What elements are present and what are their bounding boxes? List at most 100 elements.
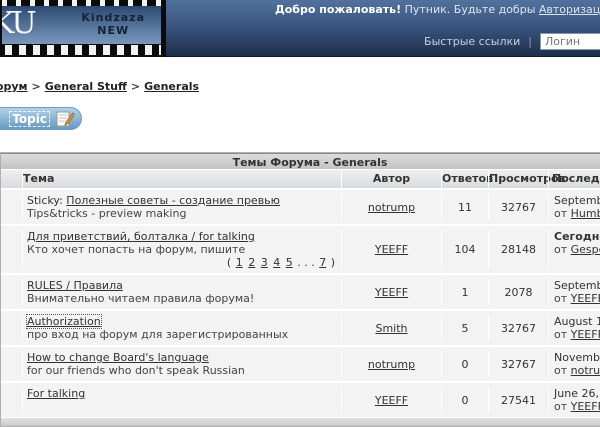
page-link[interactable]: 2 [248, 256, 255, 269]
topic-description: Tips&tricks - preview making [27, 207, 341, 220]
table-row: How to change Board's language for our f… [1, 347, 600, 383]
column-header-last-post: Последнее сообщение [548, 170, 600, 188]
topic-link[interactable]: Authorization [27, 315, 101, 328]
topic-cell: For talking [23, 387, 341, 413]
logo-monogram: KU [2, 6, 35, 41]
last-post-cell: November 1 от notrump › [548, 351, 600, 377]
topic-description: про вход на форум для зарегистрированных [27, 328, 341, 341]
topic-status-cell [1, 351, 23, 377]
views-count: 28148 [488, 230, 548, 269]
quick-links-bar: Быстрые ссылки | [424, 33, 600, 50]
replies-count: 5 [441, 315, 488, 341]
last-poster-link[interactable]: YEEFF [571, 292, 600, 305]
last-post-cell: September 7 от YEEFF › [548, 279, 600, 305]
topic-description: Кто хочет попасть на форум, пишите [27, 243, 341, 256]
table-row: Для приветствий, болталка / for talking … [1, 226, 600, 275]
author-link[interactable]: notrump [368, 358, 415, 371]
author-link[interactable]: Smith [375, 322, 407, 335]
replies-count: 11 [441, 194, 488, 220]
by-label: от [554, 328, 567, 341]
logo-title: Kindzaza [81, 11, 145, 24]
column-header-icon [1, 170, 23, 188]
last-poster-link[interactable]: Gesper [571, 243, 600, 256]
welcome-text: Путник. Будьте добры [401, 3, 539, 16]
topic-description: for our friends who don't speak Russian [27, 364, 341, 377]
site-header: Добро пожаловать! Путник. Будьте добры А… [0, 0, 600, 57]
column-header-views: Просмотров [488, 170, 548, 188]
page-link[interactable]: 5 [286, 256, 293, 269]
last-post-date: June 26, 201 [554, 387, 600, 400]
table-row: Authorization про вход на форум для заре… [1, 311, 600, 347]
breadcrumb-separator: > [28, 80, 45, 93]
login-input[interactable] [540, 33, 600, 50]
author-link[interactable]: YEEFF [375, 286, 408, 299]
topic-link[interactable]: RULES / Правила [27, 279, 123, 292]
topic-cell: Sticky: Полезные советы - создание превь… [23, 194, 341, 220]
last-post-date: September 7 [554, 279, 600, 292]
by-label: от [554, 364, 567, 377]
breadcrumb-separator: > [127, 80, 144, 93]
breadcrumb-current-link[interactable]: Generals [144, 80, 199, 93]
author-link[interactable]: notrump [368, 201, 415, 214]
last-poster-link[interactable]: YEEFF [571, 328, 600, 341]
topic-status-cell [1, 387, 23, 413]
views-count: 32767 [488, 351, 548, 377]
author-link[interactable]: YEEFF [375, 243, 408, 256]
topic-cell: How to change Board's language for our f… [23, 351, 341, 377]
topic-link[interactable]: How to change Board's language [27, 351, 209, 364]
topic-cell: Authorization про вход на форум для заре… [23, 315, 341, 341]
page-link[interactable]: 4 [273, 256, 280, 269]
topic-link[interactable]: For talking [27, 387, 85, 400]
by-label: от [554, 400, 567, 413]
last-poster-link[interactable]: notrump [571, 364, 600, 377]
last-post-cell: Сегодня в от Gesper › [548, 230, 600, 269]
by-label: от [554, 207, 567, 220]
table-header-row: Тема Автор Ответов Просмотров Последнее … [1, 170, 600, 190]
column-header-replies: Ответов [441, 170, 488, 188]
logo-subtitle: NEW [81, 24, 145, 37]
last-post-cell: August 14, 2 от YEEFF › [548, 315, 600, 341]
table-row: RULES / Правила Внимательно читаем прави… [1, 275, 600, 311]
by-label: от [554, 292, 567, 305]
breadcrumb-section-link[interactable]: General Stuff [45, 80, 127, 93]
table-footer-bar [1, 417, 600, 426]
topic-status-cell [1, 230, 23, 269]
new-topic-button[interactable]: Topic [0, 107, 82, 130]
last-post-cell: September 1 от Humbert › [548, 194, 600, 220]
filmstrip-sprockets-bottom-icon [2, 45, 161, 55]
topic-description: Внимательно читаем правила форума! [27, 292, 341, 305]
quick-links[interactable]: Быстрые ссылки [424, 35, 520, 48]
table-title: Темы Форума - Generals [1, 153, 600, 170]
replies-count: 0 [441, 387, 488, 413]
topic-status-cell [1, 279, 23, 305]
author-link[interactable]: YEEFF [375, 394, 408, 407]
views-count: 27541 [488, 387, 548, 413]
sticky-prefix: Sticky: [27, 194, 66, 207]
table-row: Sticky: Полезные советы - создание превь… [1, 190, 600, 226]
topic-status-cell [1, 315, 23, 341]
new-topic-paper-pencil-icon [55, 110, 75, 128]
table-row: For talking YEEFF 0 27541 June 26, 201 о… [1, 383, 600, 417]
by-label: от [554, 243, 567, 256]
site-logo[interactable]: KU Kindzaza NEW [0, 0, 166, 57]
last-poster-link[interactable]: YEEFF [571, 400, 600, 413]
divider: | [528, 35, 532, 48]
page-link[interactable]: 3 [261, 256, 268, 269]
page-link[interactable]: 1 [236, 256, 243, 269]
authorize-link[interactable]: Авторизация [539, 3, 600, 16]
column-header-topic: Тема [23, 170, 341, 188]
last-post-date: September 1 [554, 194, 600, 207]
topic-link[interactable]: Полезные советы - создание превью [66, 194, 280, 207]
views-count: 32767 [488, 315, 548, 341]
views-count: 2078 [488, 279, 548, 305]
today-label: Сегодня [554, 230, 600, 243]
page-link[interactable]: 7 [319, 256, 326, 269]
views-count: 32767 [488, 194, 548, 220]
logo-inner: KU Kindzaza NEW [2, 6, 161, 44]
topic-pagination: ( 1 2 3 4 5 . . . 7 ) [27, 256, 341, 269]
topic-status-cell [1, 194, 23, 220]
topic-cell: Для приветствий, болталка / for talking … [23, 230, 341, 269]
last-poster-link[interactable]: Humbert [571, 207, 600, 220]
breadcrumb-forum-link[interactable]: Форум [0, 80, 28, 93]
topic-link[interactable]: Для приветствий, болталка / for talking [27, 230, 255, 243]
